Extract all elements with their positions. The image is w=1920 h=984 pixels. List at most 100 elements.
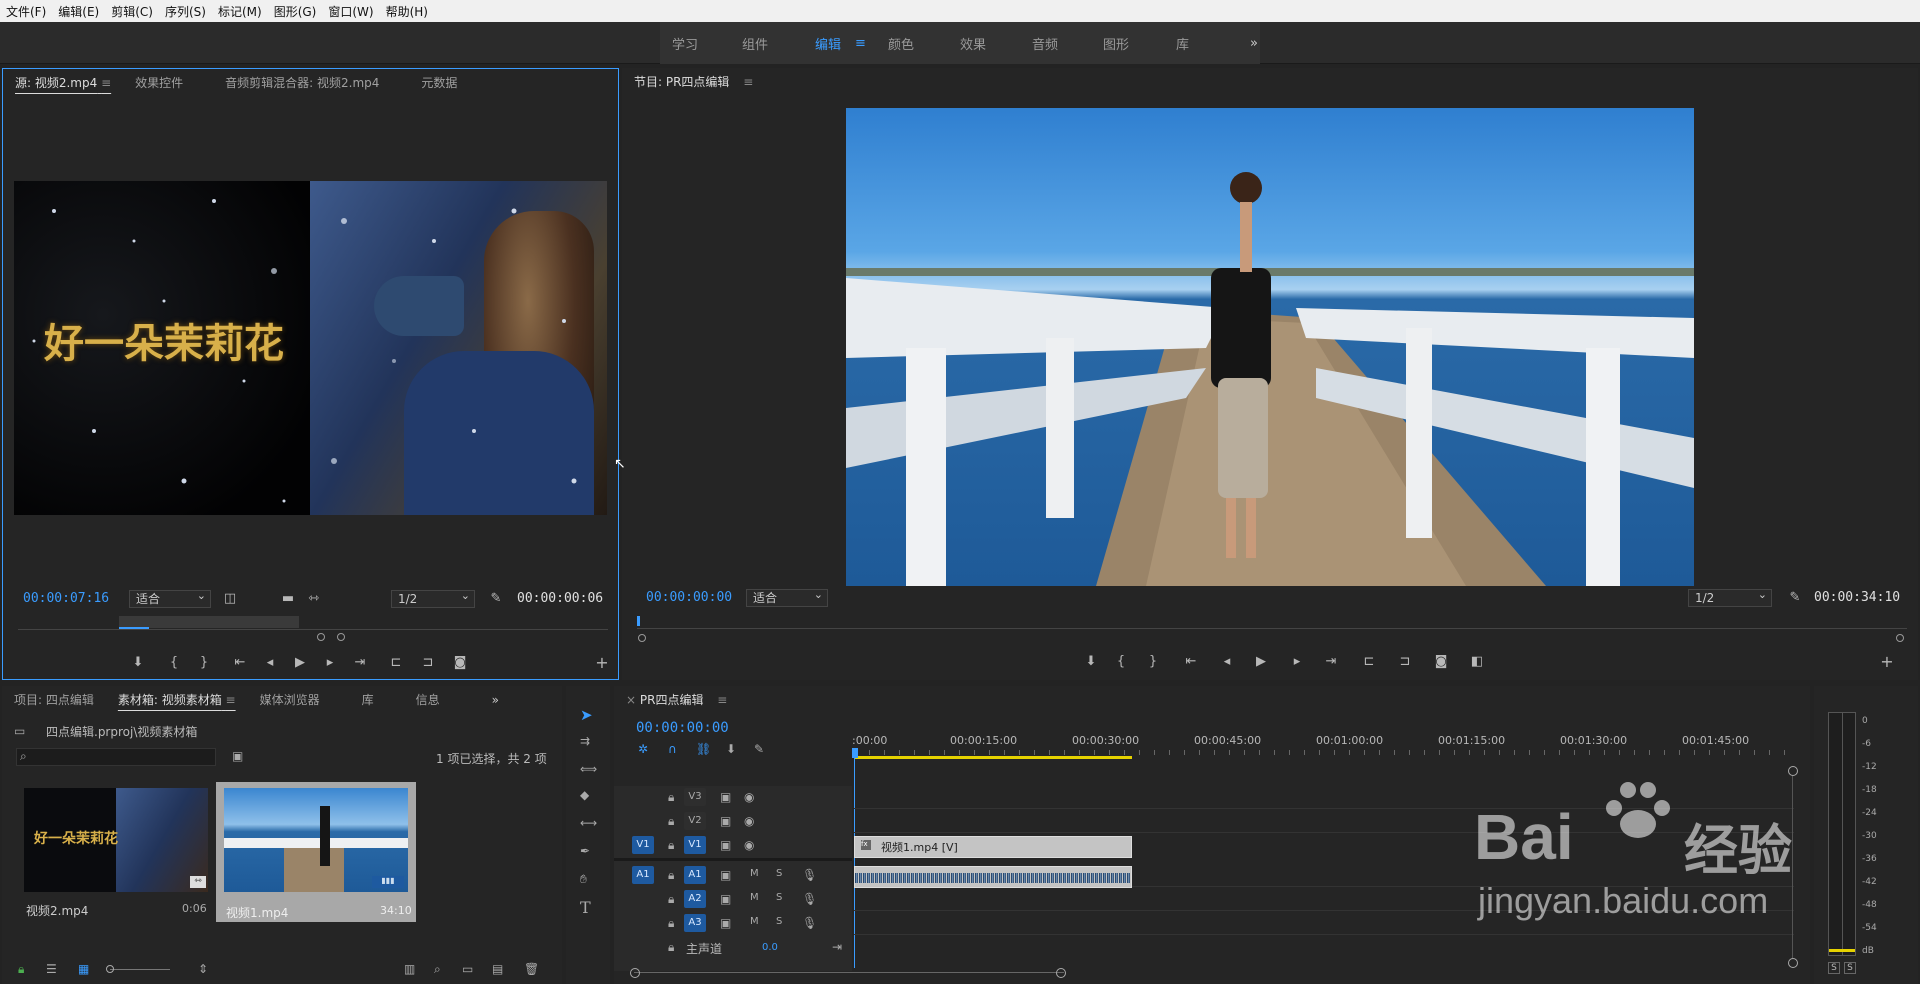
track-lock-icon[interactable]: 🔒︎	[668, 892, 674, 907]
mute-button[interactable]: M	[750, 916, 759, 927]
tab-audio-clip-mixer[interactable]: 音频剪辑混合器: 视频2.mp4	[195, 69, 391, 97]
sync-lock-icon[interactable]: ▣	[720, 838, 731, 852]
solo-right-button[interactable]: S	[1844, 962, 1856, 974]
program-zoom-handle-left[interactable]	[638, 634, 646, 642]
comparison-view-icon[interactable]: ◧	[1468, 654, 1486, 670]
horizontal-scrollbar[interactable]	[634, 972, 1064, 973]
track-lock-icon[interactable]: 🔒︎	[668, 790, 674, 805]
export-frame-camera-icon[interactable]: ◙	[1432, 654, 1450, 670]
track-select-tool-icon[interactable]: ⇉	[580, 734, 590, 748]
add-marker-icon[interactable]: ⬇	[129, 655, 147, 671]
step-back-icon[interactable]: ◂	[261, 655, 279, 671]
play-icon[interactable]: ▶	[291, 655, 309, 671]
tab-media-browser[interactable]: 媒体浏览器	[248, 686, 332, 714]
audio-clip-a1[interactable]	[854, 866, 1132, 888]
voice-over-mic-icon[interactable]: 🎙︎	[802, 916, 817, 930]
source-video-frame[interactable]: 好一朵茉莉花	[14, 181, 607, 515]
tab-project[interactable]: 项目: 四点编辑	[2, 686, 106, 714]
program-time-ruler[interactable]	[637, 628, 1907, 629]
solo-button[interactable]: S	[776, 892, 782, 903]
slip-tool-icon[interactable]: ⟷	[580, 816, 597, 830]
program-playhead-timecode[interactable]: 00:00:00:00	[646, 590, 732, 605]
track-lock-icon[interactable]: 🔒︎	[668, 916, 674, 931]
panel-menu-icon[interactable]: ≡	[101, 76, 111, 90]
ripple-edit-tool-icon[interactable]: ⟺	[580, 762, 597, 776]
new-item-icon[interactable]: ▤	[492, 962, 503, 976]
source-patch-a1[interactable]: A1	[632, 866, 654, 884]
workspace-menu-icon[interactable]: ≡	[855, 22, 866, 64]
hscroll-handle-left[interactable]	[630, 968, 640, 978]
lift-icon[interactable]: ⊏	[1360, 654, 1378, 670]
menu-help[interactable]: 帮助(H)	[380, 3, 434, 20]
workspace-color[interactable]: 颜色	[888, 22, 914, 64]
extract-icon[interactable]: ⊐	[1396, 654, 1414, 670]
tab-info[interactable]: 信息	[386, 686, 452, 714]
panel-menu-icon[interactable]: ≡	[707, 693, 727, 707]
tab-source[interactable]: 源: 视频2.mp4 ≡	[3, 69, 123, 97]
tab-sequence[interactable]: × PR四点编辑 ≡	[614, 686, 739, 714]
tab-program[interactable]: 节目: PR四点编辑 ≡	[622, 68, 765, 96]
source-time-ruler[interactable]	[18, 629, 608, 630]
drag-video-icon[interactable]: ▬	[279, 591, 297, 607]
step-forward-icon[interactable]: ▸	[1288, 654, 1306, 670]
find-icon[interactable]: ⌕	[434, 962, 441, 977]
lock-icon[interactable]: 🔒︎	[18, 962, 24, 977]
track-target-a3[interactable]: A3	[684, 914, 706, 932]
mark-out-icon[interactable]: }	[195, 655, 213, 671]
source-add-button-icon[interactable]: +	[593, 655, 611, 671]
overwrite-icon[interactable]: ⊐	[419, 655, 437, 671]
timeline-time-ruler[interactable]: :00:00 00:00:15:00 00:00:30:00 00:00:45:…	[852, 734, 1794, 760]
source-fit-dropdown[interactable]: 适合	[129, 588, 211, 608]
source-zoom-handle-right[interactable]	[337, 633, 345, 641]
master-volume-value[interactable]: 0.0	[762, 942, 778, 953]
tab-bin[interactable]: 素材箱: 视频素材箱 ≡	[106, 686, 248, 714]
vertical-scrollbar[interactable]	[1792, 776, 1793, 958]
program-playhead-marker[interactable]	[637, 616, 640, 626]
workspace-editing[interactable]: 编辑	[815, 22, 841, 64]
voice-over-mic-icon[interactable]: 🎙︎	[802, 868, 817, 882]
solo-left-button[interactable]: S	[1828, 962, 1840, 974]
workspace-more-icon[interactable]: »	[1250, 22, 1258, 64]
sync-lock-icon[interactable]: ▣	[720, 916, 731, 930]
menu-edit[interactable]: 编辑(E)	[52, 3, 105, 20]
program-fit-dropdown[interactable]: 适合	[746, 587, 828, 607]
export-frame-camera-icon[interactable]: ◙	[451, 655, 469, 671]
add-marker-icon[interactable]: ⬇	[726, 742, 736, 756]
menu-sequence[interactable]: 序列(S)	[159, 3, 212, 20]
selection-tool-icon[interactable]: ➤	[580, 706, 593, 724]
new-bin-icon[interactable]: ▭	[462, 962, 473, 976]
razor-tool-icon[interactable]: ◆	[580, 788, 589, 802]
menu-graphics[interactable]: 图形(G)	[268, 3, 323, 20]
timeline-playhead-timecode[interactable]: 00:00:00:00	[636, 720, 729, 736]
go-to-out-icon[interactable]: ⇥	[1322, 654, 1340, 670]
step-forward-icon[interactable]: ▸	[321, 655, 339, 671]
toggle-track-output-eye-icon[interactable]: ◉	[744, 790, 754, 804]
tab-libraries[interactable]: 库	[332, 686, 386, 714]
workspace-assembly[interactable]: 组件	[742, 22, 768, 64]
program-settings-wrench-icon[interactable]: ✎	[1786, 590, 1804, 606]
source-playhead-timecode[interactable]: 00:00:07:16	[23, 591, 109, 606]
sync-lock-icon[interactable]: ▣	[720, 814, 731, 828]
mark-in-icon[interactable]: {	[165, 655, 183, 671]
bin-search-input[interactable]	[16, 748, 216, 766]
vscroll-handle-top[interactable]	[1788, 766, 1798, 776]
thumbnail-size-slider[interactable]	[110, 969, 170, 970]
program-video-frame[interactable]	[846, 108, 1694, 586]
track-lock-icon[interactable]: 🔒︎	[668, 940, 674, 955]
menu-file[interactable]: 文件(F)	[0, 3, 52, 20]
pen-tool-icon[interactable]: ✒	[580, 844, 590, 858]
go-to-end-icon[interactable]: ⇥	[832, 940, 842, 954]
program-resolution-dropdown[interactable]: 1/2	[1688, 587, 1772, 607]
list-view-icon[interactable]: ☰	[46, 962, 57, 976]
solo-button[interactable]: S	[776, 868, 782, 879]
hand-tool-icon[interactable]: ✋︎	[580, 872, 587, 887]
track-lock-icon[interactable]: 🔒︎	[668, 838, 674, 853]
panel-overflow-icon[interactable]: »	[452, 686, 511, 714]
mark-in-icon[interactable]: {	[1112, 654, 1130, 670]
go-to-in-icon[interactable]: ⇤	[1182, 654, 1200, 670]
solo-button[interactable]: S	[776, 916, 782, 927]
track-lock-icon[interactable]: 🔒︎	[668, 868, 674, 883]
video-clip-v1[interactable]: fx 视频1.mp4 [V]	[854, 836, 1132, 858]
source-zoom-handle-left[interactable]	[317, 633, 325, 641]
workspace-learn[interactable]: 学习	[672, 22, 698, 64]
